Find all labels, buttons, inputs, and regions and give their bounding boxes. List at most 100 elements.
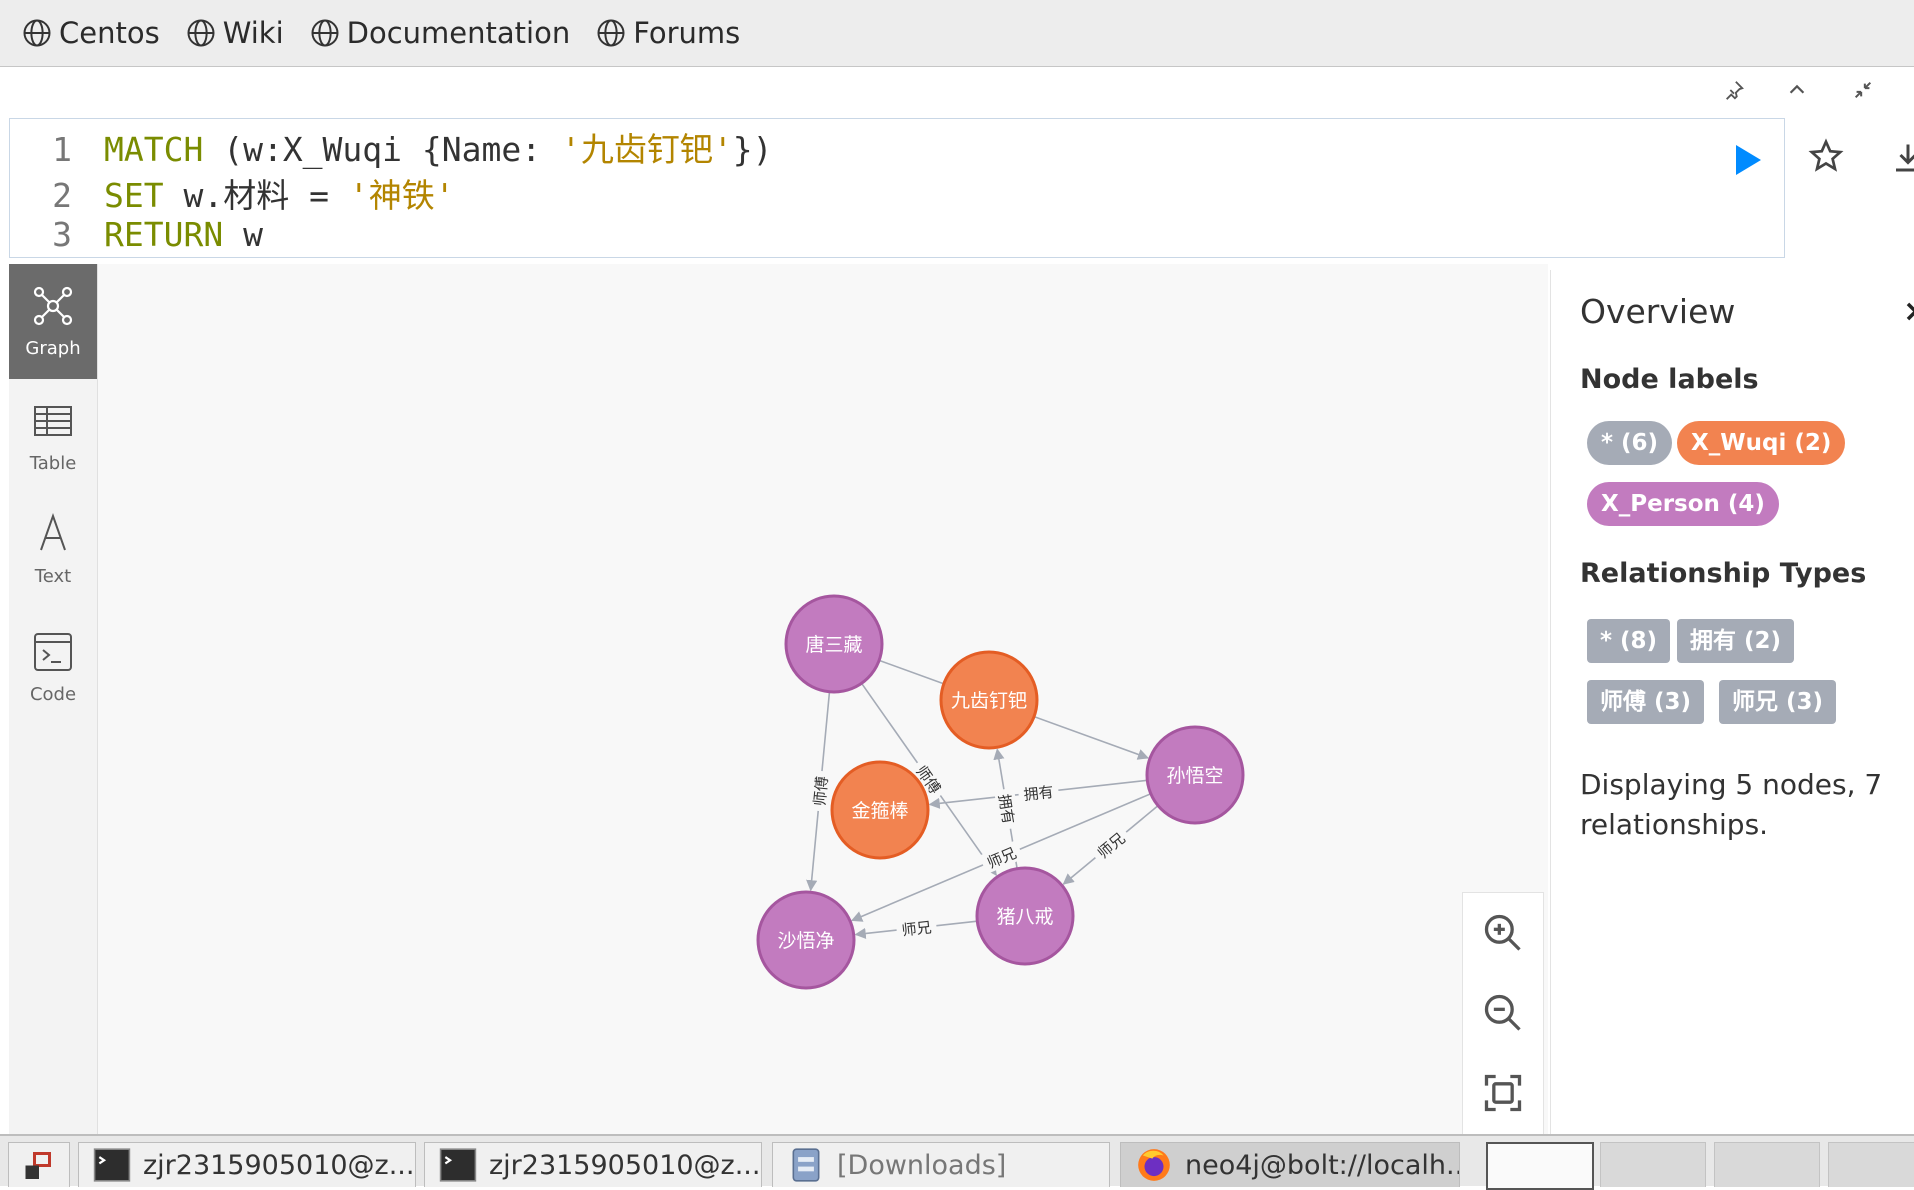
globe-icon xyxy=(187,19,215,47)
code-text: (w:X_Wuqi {Name: xyxy=(203,130,561,169)
overview-summary: Displaying 5 nodes, 7 relationships. xyxy=(1580,768,1883,841)
table-icon xyxy=(34,406,72,436)
bookmark-label: Forums xyxy=(633,16,741,50)
download-button[interactable] xyxy=(1890,140,1914,180)
node-label-pill-x-person[interactable]: X_Person (4) xyxy=(1587,482,1779,526)
code-text: w.材料 = xyxy=(163,176,349,215)
line-number: 1 xyxy=(52,130,72,169)
node-caption: 金箍棒 xyxy=(851,800,908,822)
bookmark-label: Documentation xyxy=(346,16,571,50)
rel-type-tag-yongyou[interactable]: 拥有 (2) xyxy=(1677,619,1795,663)
favorite-button[interactable] xyxy=(1808,138,1848,178)
workspace-1[interactable] xyxy=(1486,1142,1594,1190)
zoom-out-icon xyxy=(1484,994,1521,1031)
workspace-icon xyxy=(25,1152,51,1179)
minimize-icon[interactable] xyxy=(1845,72,1881,108)
line-number: 2 xyxy=(52,176,72,215)
graph-canvas[interactable]: 师傅 师傅 拥有 拥有 师兄 师兄 师兄 唐三藏 九齿钉钯 孙悟空 金箍棒 猪八戒 沙悟净 xyxy=(98,264,1548,1134)
node-label-pill-all[interactable]: * (6) xyxy=(1587,421,1673,465)
bookmark-label: Centos xyxy=(59,16,160,50)
task-label: [Downloads] xyxy=(837,1149,1007,1181)
bookmark-documentation[interactable]: Documentation xyxy=(310,16,571,50)
graph-view-label: Graph xyxy=(25,338,81,359)
bookmarks-bar: Centos Wiki Documentation Forums xyxy=(0,0,1914,67)
cypher-editor[interactable]: 1 MATCH (w:X_Wuqi {Name: '九齿钉钯'}) 2 SET w.… xyxy=(9,118,1785,258)
code-view-label: Code xyxy=(29,684,77,705)
workspace-2[interactable] xyxy=(1600,1142,1706,1187)
bookmark-centos[interactable]: Centos xyxy=(22,16,160,50)
terminal-icon xyxy=(93,1148,131,1182)
rel-type-tag-all[interactable]: * (8) xyxy=(1587,619,1671,663)
task-label: neo4j@bolt://localh... xyxy=(1185,1149,1460,1181)
code-view-button[interactable]: Code xyxy=(9,610,97,725)
relationship-label: 师兄 xyxy=(901,918,933,939)
graph-view-button[interactable]: Graph xyxy=(9,264,97,379)
zoom-out-button[interactable] xyxy=(1463,973,1543,1053)
globe-icon xyxy=(23,19,51,47)
node-caption: 唐三藏 xyxy=(805,634,862,656)
task-label: zjr2315905010@z... xyxy=(489,1149,761,1181)
globe-icon xyxy=(597,19,625,47)
zoom-toolbar xyxy=(1462,892,1544,1144)
bookmark-wiki[interactable]: Wiki xyxy=(186,16,284,50)
editor-line-3: 3 RETURN w xyxy=(10,215,263,261)
node-caption: 孙悟空 xyxy=(1166,765,1223,787)
file-manager-icon xyxy=(792,1148,820,1182)
relationship-label: 师傅 xyxy=(811,775,832,807)
run-button[interactable] xyxy=(1726,140,1766,180)
fit-to-screen-button[interactable] xyxy=(1463,1053,1543,1133)
text-view-label: Text xyxy=(34,566,72,587)
task-terminal-1[interactable]: zjr2315905010@z... xyxy=(78,1142,416,1187)
string-literal: '神铁' xyxy=(348,176,455,215)
zoom-in-icon xyxy=(1484,914,1521,951)
overview-panel: Overview × Node labels * (6) X_Wuqi (2) … xyxy=(1550,270,1914,1134)
view-sidebar: Graph Table Text Code xyxy=(9,264,98,1134)
graph-icon xyxy=(33,286,73,326)
node-label-pill-x-wuqi[interactable]: X_Wuqi (2) xyxy=(1677,421,1846,465)
firefox-icon xyxy=(1138,1149,1170,1181)
node-labels-heading: Node labels xyxy=(1580,364,1759,395)
text-view-button[interactable]: Text xyxy=(9,492,97,607)
relationship-types-heading: Relationship Types xyxy=(1580,558,1867,589)
task-terminal-2[interactable]: zjr2315905010@z... xyxy=(424,1142,762,1187)
editor-line-1: 1 MATCH (w:X_Wuqi {Name: '九齿钉钯'}) xyxy=(10,123,772,169)
code-text: }) xyxy=(732,130,773,169)
string-literal: '九齿钉钯' xyxy=(560,130,733,169)
task-label: zjr2315905010@z... xyxy=(143,1149,415,1181)
keyword: MATCH xyxy=(104,130,204,169)
node-caption: 沙悟净 xyxy=(777,930,834,952)
code-icon xyxy=(34,633,72,671)
relationship-label: 拥有 xyxy=(995,793,1018,826)
workspace-3[interactable] xyxy=(1714,1142,1820,1187)
close-icon[interactable]: × xyxy=(1903,294,1914,328)
zoom-in-button[interactable] xyxy=(1463,893,1543,973)
keyword: SET xyxy=(104,176,164,215)
star-icon xyxy=(1808,138,1844,172)
fit-screen-icon xyxy=(1484,1074,1522,1112)
bookmark-label: Wiki xyxy=(222,16,284,50)
task-firefox-neo4j[interactable]: neo4j@bolt://localh... xyxy=(1120,1142,1460,1187)
overview-title: Overview xyxy=(1580,292,1736,331)
rel-type-tag-shixiong[interactable]: 师兄 (3) xyxy=(1719,680,1837,724)
line-number: 3 xyxy=(52,215,72,254)
table-view-label: Table xyxy=(29,453,77,474)
text-icon xyxy=(40,512,66,551)
graph-visualization[interactable]: 师傅 师傅 拥有拥有师兄师兄师兄唐三藏九齿钉钯孙悟空金箍棒猪八戒沙悟净 xyxy=(98,264,1548,1134)
play-icon xyxy=(1736,145,1761,175)
terminal-icon xyxy=(439,1148,477,1182)
globe-icon xyxy=(311,19,339,47)
node-caption: 九齿钉钯 xyxy=(951,690,1027,712)
code-text: w xyxy=(223,215,263,254)
relationship-label: 拥有 xyxy=(1023,783,1055,804)
download-icon xyxy=(1896,144,1914,172)
rel-type-tag-shifu[interactable]: 师傅 (3) xyxy=(1587,680,1705,724)
workspace-4[interactable] xyxy=(1828,1142,1914,1187)
collapse-up-icon[interactable] xyxy=(1779,72,1815,108)
node-caption: 猪八戒 xyxy=(996,906,1053,928)
show-desktop-button[interactable] xyxy=(8,1142,70,1187)
taskbar: zjr2315905010@z... zjr2315905010@z... [D… xyxy=(0,1134,1914,1190)
table-view-button[interactable]: Table xyxy=(9,379,97,494)
bookmark-forums[interactable]: Forums xyxy=(596,16,740,50)
pin-icon[interactable] xyxy=(1716,72,1752,108)
task-file-manager[interactable]: [Downloads] xyxy=(772,1142,1110,1187)
